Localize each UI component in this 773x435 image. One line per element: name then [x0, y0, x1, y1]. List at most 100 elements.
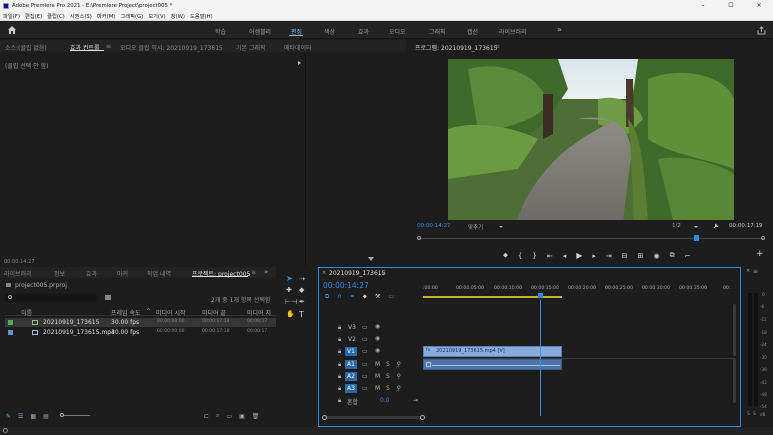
track-select-tool-icon[interactable]: ⇢	[299, 275, 305, 283]
column-media-start[interactable]: 미디어 시작	[156, 308, 186, 317]
insert-sequence-as-nest-icon[interactable]: ⧉	[325, 293, 329, 301]
workspace-captions[interactable]: 캡션	[467, 27, 478, 36]
pencil-icon[interactable]: ✎	[6, 413, 11, 420]
menu-sequence[interactable]: 시퀀스(S)	[70, 12, 92, 20]
sort-chevron-icon[interactable]: ^	[146, 308, 151, 315]
workspace-assembly[interactable]: 어셈블리	[249, 27, 271, 36]
label-color-swatch[interactable]	[8, 330, 13, 335]
project-row[interactable]: 20210919_173615.mp4 30.00 fps 00:00:00:0…	[5, 328, 276, 337]
maximize-button[interactable]: ☐	[717, 2, 745, 9]
lock-icon[interactable]: 🔒︎	[338, 361, 341, 369]
find-icon[interactable]: ⌕	[216, 412, 219, 420]
track-label-a2[interactable]: A2	[345, 372, 357, 381]
solo-button[interactable]: S	[386, 385, 390, 392]
timeline-zoom-handle-left[interactable]	[322, 415, 327, 420]
go-to-end-icon[interactable]: ⇥	[413, 397, 418, 404]
menu-marker[interactable]: 마커(M)	[97, 12, 115, 20]
tab-markers[interactable]: 마커	[117, 269, 128, 278]
type-tool-icon[interactable]: T	[299, 310, 304, 319]
workspace-graphics[interactable]: 그래픽	[429, 27, 446, 36]
workspace-audio[interactable]: 오디오	[389, 27, 406, 36]
add-marker-timeline-icon[interactable]: ⬥	[363, 293, 367, 301]
eye-icon[interactable]: ◉	[375, 335, 380, 342]
resolution-dropdown[interactable]: 1/2	[672, 223, 681, 229]
pen-tool-icon[interactable]: ✒	[299, 298, 305, 306]
column-name[interactable]: 이름	[21, 308, 32, 317]
settings-wrench-icon[interactable]	[713, 223, 719, 229]
step-forward-icon[interactable]: ▸	[592, 252, 596, 260]
meter-menu-icon[interactable]: ≡	[753, 268, 758, 275]
track-label-v2[interactable]: V2	[348, 336, 356, 343]
mute-button[interactable]: M	[375, 385, 380, 392]
timeline-ruler[interactable]: :00:00 00:00:05:00 00:00:10:00 00:00:15:…	[423, 280, 737, 302]
timeline-horizontal-scrollbar[interactable]	[323, 416, 425, 419]
audio-clip[interactable]	[423, 359, 562, 370]
tab-info[interactable]: 정보	[54, 269, 65, 278]
trash-icon[interactable]: 🗑	[252, 413, 260, 420]
tab-source[interactable]: 소스:(클립 없음)	[5, 43, 47, 52]
tab-history[interactable]: 작업 내역	[147, 269, 171, 278]
resolution-chevron-icon[interactable]	[694, 226, 698, 228]
timeline-timecode[interactable]: 00:00:14:27	[323, 281, 369, 290]
button-editor-add-icon[interactable]: +	[756, 249, 764, 259]
tab-essential-graphics[interactable]: 기본 그래픽	[236, 43, 266, 52]
menu-file[interactable]: 파일(F)	[3, 12, 20, 20]
tab-effects[interactable]: 효과	[86, 269, 97, 278]
new-search-bin-icon[interactable]	[105, 295, 111, 300]
meter-solo-left[interactable]: S	[747, 412, 750, 417]
sync-lock-icon[interactable]: ▭	[362, 385, 368, 392]
voice-over-icon[interactable]: ǫ	[397, 360, 401, 367]
go-to-in-icon[interactable]: ⇤	[547, 252, 553, 260]
menu-window[interactable]: 창(W)	[171, 12, 185, 20]
menu-help[interactable]: 도움말(H)	[190, 12, 213, 20]
zoom-slider-handle[interactable]	[60, 413, 64, 417]
eye-icon[interactable]: ◉	[375, 347, 380, 354]
track-label-a3[interactable]: A3	[345, 384, 357, 393]
solo-button[interactable]: S	[386, 373, 390, 380]
sync-lock-icon[interactable]: ▭	[362, 361, 368, 368]
icon-view-icon[interactable]: ▦	[30, 413, 36, 420]
lock-icon[interactable]: 🔒︎	[338, 324, 341, 332]
workspace-learn[interactable]: 학습	[215, 27, 226, 36]
comparison-view-icon[interactable]: ⧉	[670, 251, 675, 260]
sync-lock-icon[interactable]: ▭	[362, 348, 368, 355]
track-label-v1[interactable]: V1	[345, 347, 357, 356]
scrub-end-handle[interactable]	[761, 236, 765, 240]
mute-button[interactable]: M	[375, 361, 380, 368]
list-view-icon[interactable]: ☰	[18, 413, 23, 420]
project-menu-icon[interactable]: ≡	[251, 269, 256, 276]
minimize-button[interactable]: –	[689, 2, 717, 9]
timeline-vertical-scrollbar-audio[interactable]	[733, 359, 736, 403]
column-frame-rate[interactable]: 프레임 속도	[111, 308, 141, 317]
column-media-end[interactable]: 미디어 끝	[202, 308, 226, 317]
play-icon[interactable]: ▶	[576, 251, 582, 260]
program-monitor-menu-icon[interactable]: ≡	[495, 43, 500, 50]
project-search-input[interactable]	[5, 294, 97, 302]
program-playhead[interactable]	[694, 235, 699, 241]
sync-lock-icon[interactable]: ▭	[362, 336, 368, 343]
menu-view[interactable]: 보기(V)	[148, 12, 166, 20]
tab-metadata[interactable]: 메타데이터	[284, 43, 312, 52]
timeline-zoom-handle-right[interactable]	[420, 415, 425, 420]
fit-dropdown[interactable]: 맞추기	[468, 223, 483, 231]
share-icon[interactable]	[757, 26, 766, 35]
timeline-settings-wrench-icon[interactable]: ⚒	[375, 293, 380, 300]
workspace-color[interactable]: 색상	[324, 27, 335, 36]
automate-to-sequence-icon[interactable]: ⊏	[204, 413, 209, 420]
expand-arrow-icon[interactable]	[298, 61, 301, 65]
close-button[interactable]: ✕	[745, 2, 773, 9]
meter-close-icon[interactable]: ×	[746, 268, 750, 274]
timeline-playhead-handle[interactable]	[538, 293, 543, 298]
project-tabs-overflow-button[interactable]: »	[264, 268, 268, 276]
timeline-vertical-scrollbar[interactable]	[733, 304, 736, 356]
razor-tool-icon[interactable]: ◆	[299, 286, 304, 294]
sync-lock-icon[interactable]: ▭	[362, 373, 368, 380]
zoom-slider[interactable]	[60, 413, 90, 417]
lift-icon[interactable]: ⊟	[622, 252, 628, 260]
lock-icon[interactable]: 🔒︎	[338, 397, 341, 405]
ripple-edit-tool-icon[interactable]: ✚	[286, 286, 292, 294]
label-color-swatch[interactable]	[8, 320, 13, 325]
scrub-start-handle[interactable]	[417, 236, 421, 240]
timeline-close-icon[interactable]: ×	[322, 270, 326, 276]
column-media-duration[interactable]: 미디어 지	[247, 308, 271, 317]
